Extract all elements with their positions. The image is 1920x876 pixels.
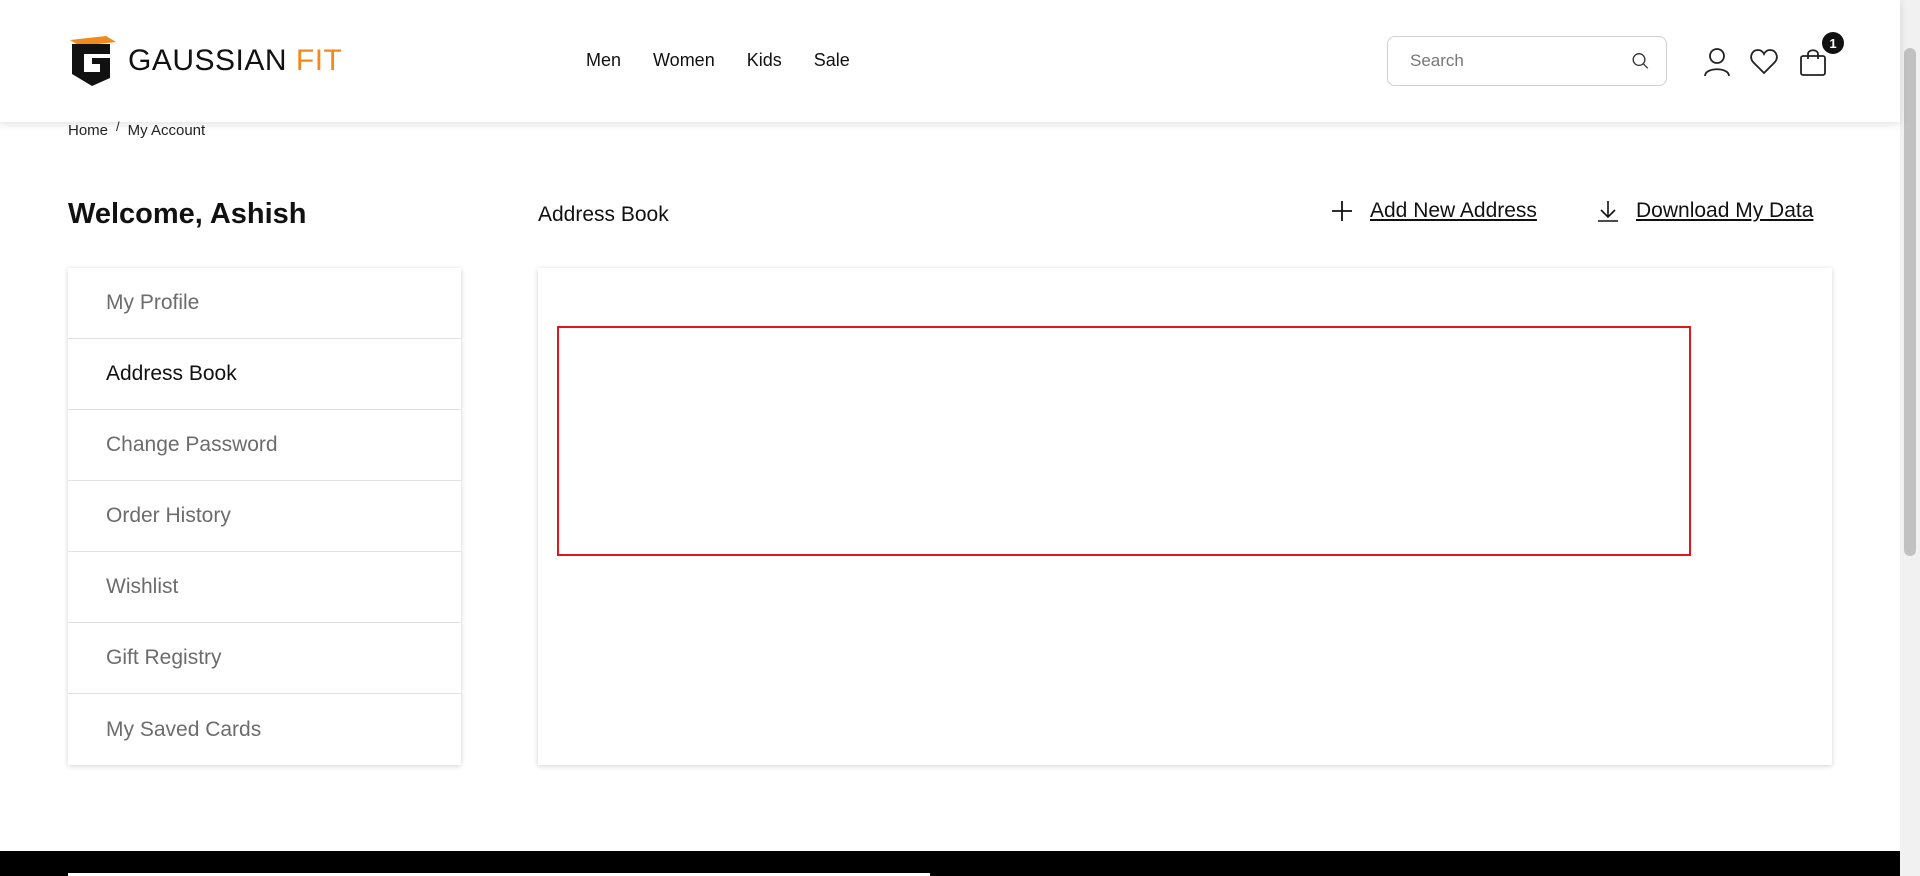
brand-logo[interactable]: GAUSSIAN FIT xyxy=(66,34,342,88)
nav-kids[interactable]: Kids xyxy=(747,50,782,71)
add-new-address-label: Add New Address xyxy=(1370,199,1537,222)
download-my-data-button[interactable]: Download My Data xyxy=(1596,199,1813,223)
sidebar-item-my-saved-cards[interactable]: My Saved Cards xyxy=(68,694,461,765)
user-icon[interactable] xyxy=(1702,46,1732,78)
sidebar-item-gift-registry[interactable]: Gift Registry xyxy=(68,623,461,694)
breadcrumb-home[interactable]: Home xyxy=(68,122,108,139)
sidebar-item-change-password[interactable]: Change Password xyxy=(68,410,461,481)
search-icon[interactable] xyxy=(1631,48,1650,74)
cart-count-badge: 1 xyxy=(1822,32,1844,54)
breadcrumb-current: My Account xyxy=(127,122,206,139)
download-icon xyxy=(1598,201,1618,222)
brand-name: GAUSSIAN xyxy=(128,44,288,77)
sidebar-item-my-profile[interactable]: My Profile xyxy=(68,268,461,339)
sidebar-item-order-history[interactable]: Order History xyxy=(68,481,461,552)
welcome-heading: Welcome, Ashish xyxy=(68,198,307,230)
breadcrumb-separator: / xyxy=(116,119,120,134)
logo-icon xyxy=(70,36,116,86)
main-nav: Men Women Kids Sale xyxy=(586,50,850,71)
search-box xyxy=(1387,36,1667,86)
sidebar-item-address-book[interactable]: Address Book xyxy=(68,339,461,410)
scrollbar-thumb[interactable] xyxy=(1904,48,1916,556)
address-placeholder-box xyxy=(557,326,1691,556)
breadcrumb: Home / My Account xyxy=(68,119,206,139)
search-input[interactable] xyxy=(1410,51,1631,71)
section-title: Address Book xyxy=(538,203,669,226)
nav-men[interactable]: Men xyxy=(586,50,621,71)
nav-women[interactable]: Women xyxy=(653,50,715,71)
add-new-address-button[interactable]: Add New Address xyxy=(1330,199,1537,223)
sidebar-item-wishlist[interactable]: Wishlist xyxy=(68,552,461,623)
brand-suffix: FIT xyxy=(295,44,343,77)
heart-icon[interactable] xyxy=(1749,46,1779,78)
nav-sale[interactable]: Sale xyxy=(814,50,850,71)
account-sidebar: My Profile Address Book Change Password … xyxy=(68,268,461,765)
plus-icon xyxy=(1332,201,1352,221)
site-header: GAUSSIAN FIT Men Women Kids Sale 1 xyxy=(0,0,1900,122)
cart-icon[interactable] xyxy=(1798,46,1828,78)
download-my-data-label: Download My Data xyxy=(1636,199,1814,222)
page-scrollbar[interactable] xyxy=(1900,0,1920,876)
